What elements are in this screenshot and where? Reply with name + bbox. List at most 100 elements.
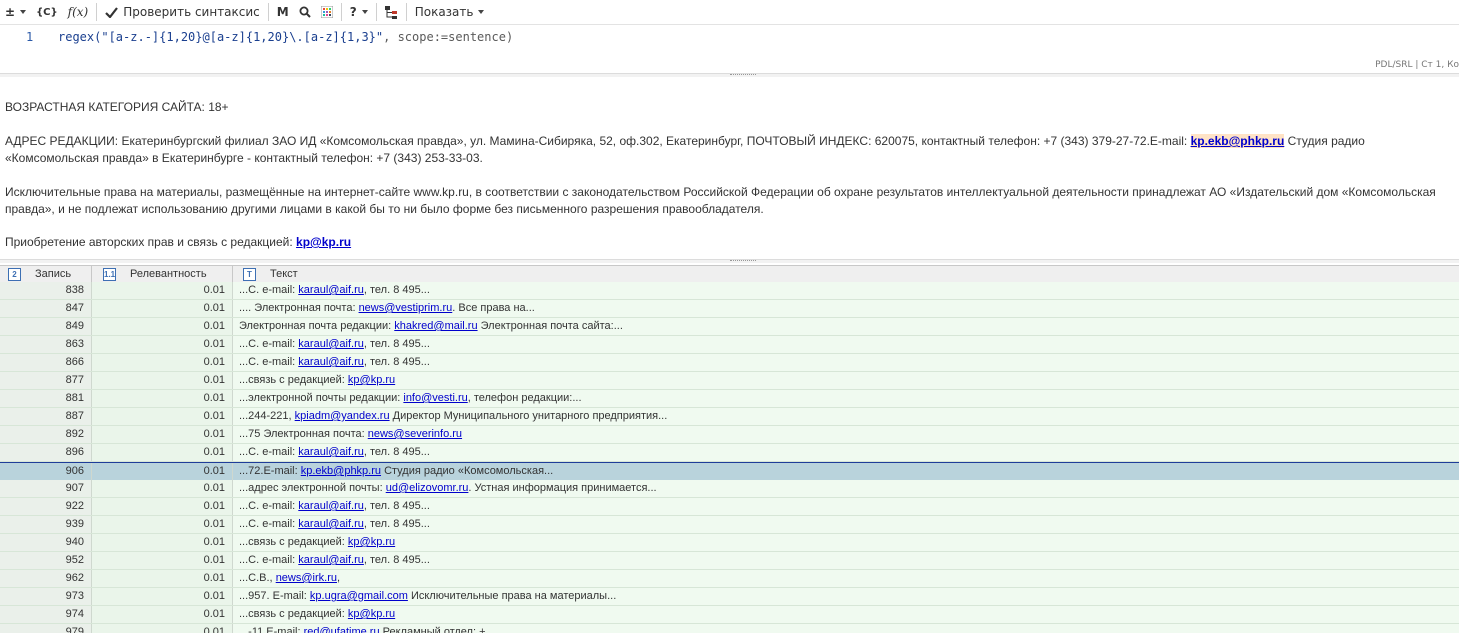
cell-text[interactable]: ...-11 E-mail: red@ufatime.ru Рекламный … [233, 624, 1459, 633]
column-divider[interactable] [91, 266, 92, 282]
snippet-email-link[interactable]: news@irk.ru [276, 572, 337, 584]
table-row[interactable]: 922 0.01 ...С. e-mail: karaul@aif.ru, тел.… [0, 498, 1459, 516]
table-row[interactable]: 906 0.01 ...72.E-mail: kp.ekb@phkp.ru Студ… [0, 462, 1459, 481]
cell-text[interactable]: ...С. e-mail: karaul@aif.ru, тел. 8 495.… [233, 444, 1459, 461]
cell-text[interactable]: ...244-221, kpiadm@yandex.ru Директор Му… [233, 408, 1459, 425]
doc-email-link[interactable]: kp.ekb@phkp.ru [1190, 134, 1285, 148]
snippet-email-link[interactable]: ud@elizovomr.ru [386, 482, 469, 494]
function-button[interactable]: f(x) [63, 1, 94, 23]
cell-text[interactable]: ...связь с редакцией: kp@kp.ru [233, 372, 1459, 389]
table-row[interactable]: 940 0.01 ...связь с редакцией: kp@kp.ru [0, 534, 1459, 552]
column-divider[interactable] [232, 266, 233, 282]
snippet-email-link[interactable]: khakred@mail.ru [394, 320, 477, 332]
snippet-email-link[interactable]: karaul@aif.ru [298, 446, 364, 458]
doc-email-link[interactable]: kp@kp.ru [296, 235, 351, 249]
cell-text[interactable]: ...957. E-mail: kp.ugra@gmail.com Исключ… [233, 588, 1459, 605]
snippet-email-link[interactable]: red@ufatime.ru [304, 626, 380, 633]
cell-record[interactable]: 906 [0, 463, 92, 480]
color-grid-button[interactable] [316, 1, 338, 23]
cell-record[interactable]: 962 [0, 570, 92, 587]
cell-relevance[interactable]: 0.01 [92, 426, 233, 443]
table-row[interactable]: 896 0.01 ...С. e-mail: karaul@aif.ru, тел.… [0, 444, 1459, 462]
cell-record[interactable]: 838 [0, 282, 92, 299]
table-row[interactable]: 887 0.01 ...244-221, kpiadm@yandex.ru Дире… [0, 408, 1459, 426]
cell-record[interactable]: 939 [0, 516, 92, 533]
cell-text[interactable]: ...С. e-mail: karaul@aif.ru, тел. 8 495.… [233, 336, 1459, 353]
cell-record[interactable]: 849 [0, 318, 92, 335]
cell-text[interactable]: ...связь с редакцией: kp@kp.ru [233, 606, 1459, 623]
cell-text[interactable]: ...С. e-mail: karaul@aif.ru, тел. 8 495.… [233, 282, 1459, 299]
cell-relevance[interactable]: 0.01 [92, 606, 233, 623]
cell-record[interactable]: 973 [0, 588, 92, 605]
query-code[interactable]: regex("[a-z.-]{1,20}@[a-z]{1,20}\.[a-z]{… [58, 30, 513, 44]
table-row[interactable]: 907 0.01 ...адрес электронной почты: ud@el… [0, 480, 1459, 498]
cell-record[interactable]: 907 [0, 480, 92, 497]
cell-relevance[interactable]: 0.01 [92, 444, 233, 461]
cell-record[interactable]: 979 [0, 624, 92, 633]
cell-record[interactable]: 887 [0, 408, 92, 425]
column-header-relevance[interactable]: 1.1 Релевантность [103, 266, 207, 282]
table-row[interactable]: 863 0.01 ...С. e-mail: karaul@aif.ru, тел.… [0, 336, 1459, 354]
editor-splitter[interactable] [0, 73, 1459, 77]
query-editor[interactable]: 1 regex("[a-z.-]{1,20}@[a-z]{1,20}\.[a-z… [0, 25, 1459, 73]
column-header-record[interactable]: 2 Запись [8, 266, 71, 282]
snippet-email-link[interactable]: news@severinfo.ru [368, 428, 462, 440]
snippet-email-link[interactable]: kp.ekb@phkp.ru [301, 465, 381, 477]
show-menu-button[interactable]: Показать [410, 1, 490, 23]
snippet-email-link[interactable]: kp.ugra@gmail.com [310, 590, 408, 602]
cell-relevance[interactable]: 0.01 [92, 318, 233, 335]
cell-text[interactable]: ...72.E-mail: kp.ekb@phkp.ru Студия ради… [233, 463, 1459, 480]
cell-relevance[interactable]: 0.01 [92, 282, 233, 299]
table-row[interactable]: 962 0.01 ...С.В., news@irk.ru, [0, 570, 1459, 588]
cell-relevance[interactable]: 0.01 [92, 480, 233, 497]
cell-relevance[interactable]: 0.01 [92, 354, 233, 371]
insert-menu-button[interactable]: ± [0, 1, 31, 23]
cell-text[interactable]: ...связь с редакцией: kp@kp.ru [233, 534, 1459, 551]
cell-text[interactable]: ...электронной почты редакции: info@vest… [233, 390, 1459, 407]
cell-record[interactable]: 866 [0, 354, 92, 371]
table-row[interactable]: 866 0.01 ...С. e-mail: karaul@aif.ru, тел.… [0, 354, 1459, 372]
cell-text[interactable]: Электронная почта редакции: khakred@mail… [233, 318, 1459, 335]
snippet-email-link[interactable]: kp@kp.ru [348, 608, 395, 620]
snippet-email-link[interactable]: kp@kp.ru [348, 374, 395, 386]
snippet-email-link[interactable]: kpiadm@yandex.ru [295, 410, 390, 422]
cell-text[interactable]: ...С. e-mail: karaul@aif.ru, тел. 8 495.… [233, 354, 1459, 371]
snippet-email-link[interactable]: kp@kp.ru [348, 536, 395, 548]
cell-relevance[interactable]: 0.01 [92, 534, 233, 551]
cell-relevance[interactable]: 0.01 [92, 624, 233, 633]
cell-relevance[interactable]: 0.01 [92, 463, 233, 480]
snippet-email-link[interactable]: karaul@aif.ru [298, 500, 364, 512]
cell-record[interactable]: 892 [0, 426, 92, 443]
cell-record[interactable]: 922 [0, 498, 92, 515]
cell-text[interactable]: ...С.В., news@irk.ru, [233, 570, 1459, 587]
table-row[interactable]: 892 0.01 ...75 Электронная почта: news@sev… [0, 426, 1459, 444]
table-row[interactable]: 974 0.01 ...связь с редакцией: kp@kp.ru [0, 606, 1459, 624]
snippet-email-link[interactable]: news@vestiprim.ru [359, 302, 453, 314]
table-row[interactable]: 973 0.01 ...957. E-mail: kp.ugra@gmail.com… [0, 588, 1459, 606]
cell-record[interactable]: 877 [0, 372, 92, 389]
find-button[interactable] [294, 1, 316, 23]
preview-splitter[interactable] [0, 259, 1459, 263]
snippet-email-link[interactable]: karaul@aif.ru [298, 518, 364, 530]
cell-record[interactable]: 881 [0, 390, 92, 407]
cell-relevance[interactable]: 0.01 [92, 336, 233, 353]
cell-record[interactable]: 974 [0, 606, 92, 623]
snippet-email-link[interactable]: karaul@aif.ru [298, 338, 364, 350]
snippet-email-link[interactable]: karaul@aif.ru [298, 356, 364, 368]
cell-relevance[interactable]: 0.01 [92, 300, 233, 317]
table-row[interactable]: 849 0.01 Электронная почта редакции: khakr… [0, 318, 1459, 336]
cell-text[interactable]: ...С. e-mail: karaul@aif.ru, тел. 8 495.… [233, 552, 1459, 569]
help-menu-button[interactable]: ? [345, 1, 373, 23]
snippet-email-link[interactable]: info@vesti.ru [403, 392, 467, 404]
cell-relevance[interactable]: 0.01 [92, 498, 233, 515]
cell-record[interactable]: 952 [0, 552, 92, 569]
cell-text[interactable]: .... Электронная почта: news@vestiprim.r… [233, 300, 1459, 317]
concept-button[interactable]: {C} [31, 1, 63, 23]
cell-record[interactable]: 863 [0, 336, 92, 353]
cell-relevance[interactable]: 0.01 [92, 588, 233, 605]
check-syntax-button[interactable]: Проверить синтаксис [100, 1, 265, 23]
table-row[interactable]: 847 0.01 .... Электронная почта: news@vest… [0, 300, 1459, 318]
cell-relevance[interactable]: 0.01 [92, 408, 233, 425]
macro-button[interactable]: M [272, 1, 294, 23]
snippet-email-link[interactable]: karaul@aif.ru [298, 284, 364, 296]
